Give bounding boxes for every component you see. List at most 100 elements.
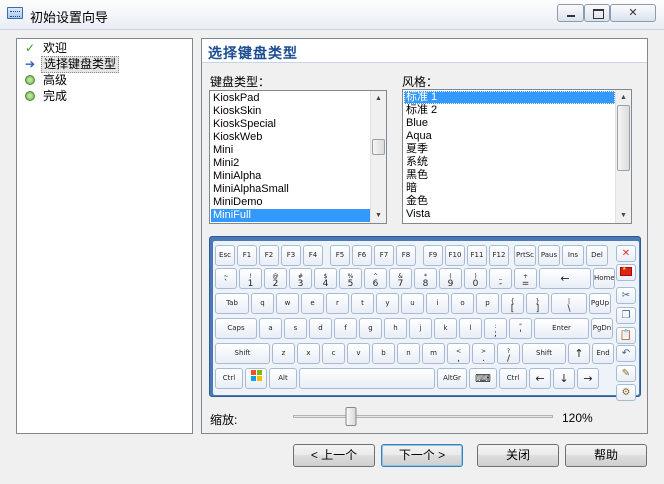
close-button[interactable]: 关闭 bbox=[477, 444, 559, 467]
key-symbol[interactable]: ↓ bbox=[553, 368, 575, 389]
step-finish[interactable]: 完成 bbox=[22, 88, 69, 104]
step-select-keyboard[interactable]: ➔ 选择键盘类型 bbox=[22, 55, 120, 73]
key-b[interactable]: b bbox=[372, 343, 395, 364]
keyboard-type-scrollbar[interactable]: ▲ ▼ bbox=[370, 91, 386, 223]
key-altgr[interactable]: AltGr bbox=[437, 368, 467, 389]
list-item[interactable]: 黑色 bbox=[404, 169, 615, 182]
list-item[interactable]: MiniAlpha bbox=[211, 170, 370, 183]
key-symbol[interactable]: _ - bbox=[489, 268, 512, 289]
key-9[interactable]: (9 bbox=[439, 268, 462, 289]
key-f6[interactable]: F6 bbox=[352, 245, 372, 266]
list-item[interactable]: Aqua bbox=[404, 130, 615, 143]
key-f3[interactable]: F3 bbox=[281, 245, 301, 266]
key-f2[interactable]: F2 bbox=[259, 245, 279, 266]
key-ins[interactable]: Ins bbox=[562, 245, 584, 266]
key-c[interactable]: c bbox=[322, 343, 345, 364]
list-item[interactable]: Mini bbox=[211, 144, 370, 157]
key-e[interactable]: e bbox=[301, 293, 324, 314]
key-2[interactable]: @2 bbox=[264, 268, 287, 289]
key-g[interactable]: g bbox=[359, 318, 382, 339]
key-symbol[interactable]: ? / bbox=[497, 343, 520, 364]
key-p[interactable]: p bbox=[476, 293, 499, 314]
list-item[interactable]: 夏季 bbox=[404, 143, 615, 156]
key-i[interactable]: i bbox=[426, 293, 449, 314]
key-6[interactable]: ^ 6 bbox=[364, 268, 387, 289]
step-advanced[interactable]: 高级 bbox=[22, 72, 69, 88]
key-symbol[interactable]: }] bbox=[526, 293, 549, 314]
key-v[interactable]: v bbox=[347, 343, 370, 364]
cut-icon[interactable]: ✂ bbox=[616, 287, 636, 304]
close-window-button[interactable]: ✕ bbox=[610, 4, 656, 22]
zoom-slider-thumb[interactable] bbox=[345, 407, 357, 426]
key-f12[interactable]: F12 bbox=[489, 245, 509, 266]
key-t[interactable]: t bbox=[351, 293, 374, 314]
key-symbol[interactable]: ↑ bbox=[568, 343, 590, 364]
key-alt[interactable]: Alt bbox=[269, 368, 297, 389]
key-u[interactable]: u bbox=[401, 293, 424, 314]
scrollbar-thumb[interactable] bbox=[617, 105, 630, 171]
list-item[interactable]: 标准 2 bbox=[404, 104, 615, 117]
key-enter[interactable]: Enter bbox=[534, 318, 589, 339]
key-j[interactable]: j bbox=[409, 318, 432, 339]
key-caps[interactable]: Caps bbox=[215, 318, 257, 339]
key-symbol[interactable]: {[ bbox=[501, 293, 524, 314]
key-tab[interactable]: Tab bbox=[215, 293, 249, 314]
key-prtsc[interactable]: PrtSc bbox=[514, 245, 536, 266]
key-8[interactable]: * 8 bbox=[414, 268, 437, 289]
key-o[interactable]: o bbox=[451, 293, 474, 314]
key-3[interactable]: #3 bbox=[289, 268, 312, 289]
list-item[interactable]: 暗 bbox=[404, 182, 615, 195]
key-f9[interactable]: F9 bbox=[423, 245, 443, 266]
list-item[interactable]: MiniFull bbox=[211, 209, 370, 222]
close-keyboard-icon[interactable]: ✕ bbox=[616, 245, 636, 262]
scrollbar-thumb[interactable] bbox=[372, 138, 385, 155]
key-a[interactable]: a bbox=[259, 318, 282, 339]
key-ctrl[interactable]: Ctrl bbox=[215, 368, 243, 389]
key-f10[interactable]: F10 bbox=[445, 245, 465, 266]
style-listbox[interactable]: 标准 1 标准 2 Blue Aqua 夏季 系统 黑色暗金色 Vista ▲ ▼ bbox=[402, 89, 632, 224]
key-n[interactable]: n bbox=[397, 343, 420, 364]
key-symbol[interactable]: | \ bbox=[551, 293, 587, 314]
key-space[interactable] bbox=[299, 368, 435, 389]
key-symbol[interactable]: >. bbox=[472, 343, 495, 364]
chinese-flag-key[interactable] bbox=[616, 264, 636, 281]
key-symbol[interactable]: ~ ` bbox=[215, 268, 237, 289]
zoom-slider[interactable] bbox=[293, 406, 553, 426]
key-shift[interactable]: Shift bbox=[215, 343, 270, 364]
next-button[interactable]: 下一个 > bbox=[381, 444, 463, 467]
edit-icon[interactable]: ✎ bbox=[616, 365, 636, 382]
key-home[interactable]: Home bbox=[593, 268, 615, 289]
scroll-down-arrow-icon[interactable]: ▼ bbox=[371, 208, 386, 223]
key-s[interactable]: s bbox=[284, 318, 307, 339]
paste-icon[interactable]: 📋 bbox=[616, 327, 636, 344]
key-l[interactable]: l bbox=[459, 318, 482, 339]
list-item[interactable]: 系统 bbox=[404, 156, 615, 169]
key-symbol[interactable]: :; bbox=[484, 318, 507, 339]
key-m[interactable]: m bbox=[422, 343, 445, 364]
undo-icon[interactable]: ↶ bbox=[616, 345, 636, 362]
key-0[interactable]: ) 0 bbox=[464, 268, 487, 289]
key-f1[interactable]: F1 bbox=[237, 245, 257, 266]
key-f7[interactable]: F7 bbox=[374, 245, 394, 266]
list-item[interactable]: 金色 bbox=[404, 195, 615, 208]
key-shift[interactable]: Shift bbox=[522, 343, 566, 364]
key-7[interactable]: & 7 bbox=[389, 268, 412, 289]
key-r[interactable]: r bbox=[326, 293, 349, 314]
list-item[interactable]: MiniAlphaSmall bbox=[211, 183, 370, 196]
back-button[interactable]: < 上一个 bbox=[293, 444, 375, 467]
list-item[interactable]: KioskPad bbox=[211, 92, 370, 105]
key-1[interactable]: ! 1 bbox=[239, 268, 262, 289]
key-symbol[interactable]: + = bbox=[514, 268, 537, 289]
key-pgdn[interactable]: PgDn bbox=[591, 318, 613, 339]
key-d[interactable]: d bbox=[309, 318, 332, 339]
key-h[interactable]: h bbox=[384, 318, 407, 339]
key-pgup[interactable]: PgUp bbox=[589, 293, 611, 314]
step-welcome[interactable]: ✓ 欢迎 bbox=[22, 40, 69, 56]
keyboard-type-listbox[interactable]: KioskPad KioskSkin KioskSpecial KioskWeb Min… bbox=[209, 90, 387, 224]
key-w[interactable]: w bbox=[276, 293, 299, 314]
list-item[interactable]: KioskSpecial bbox=[211, 118, 370, 131]
key-y[interactable]: y bbox=[376, 293, 399, 314]
style-scrollbar[interactable]: ▲ ▼ bbox=[615, 90, 631, 223]
key-4[interactable]: $4 bbox=[314, 268, 337, 289]
key-del[interactable]: Del bbox=[586, 245, 608, 266]
